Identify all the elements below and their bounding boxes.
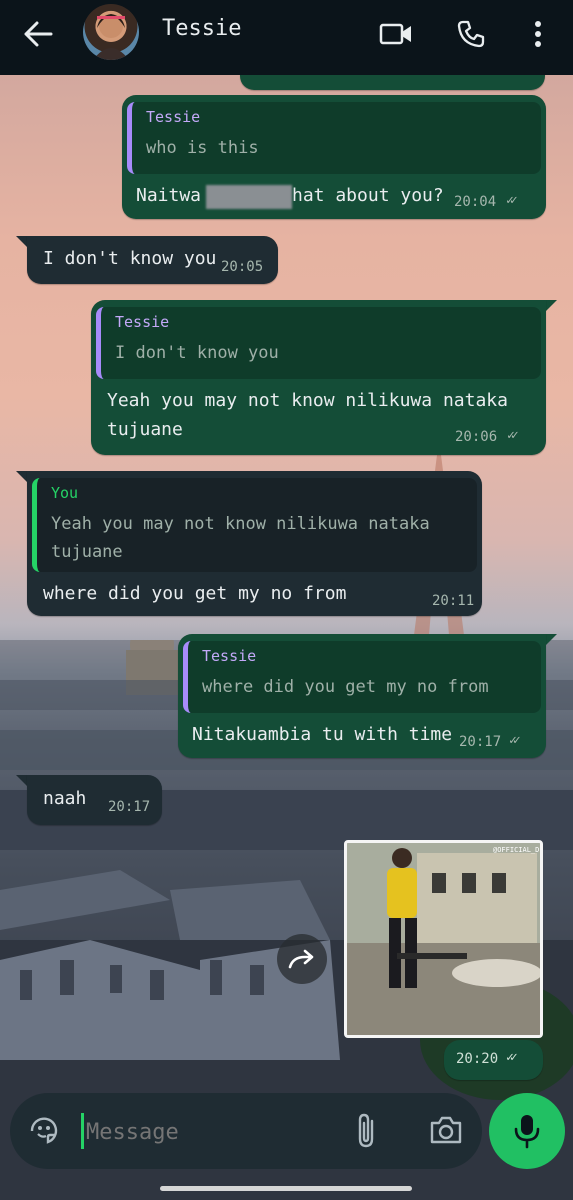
forward-button[interactable] bbox=[277, 934, 327, 984]
camera-icon[interactable] bbox=[428, 1113, 464, 1147]
message-text-start: Naitwa bbox=[136, 185, 202, 206]
quote-text: where did you get my no from bbox=[202, 677, 489, 697]
reply-quote[interactable]: Tessie I don't know you bbox=[96, 307, 541, 379]
message-time: 20:11 bbox=[432, 593, 475, 609]
message-text: where did you get my no from bbox=[43, 583, 347, 604]
message-time: 20:05 bbox=[221, 259, 264, 275]
message-bubble-incoming[interactable]: naah 20:17 bbox=[27, 775, 162, 825]
sticker-icon[interactable] bbox=[28, 1115, 60, 1147]
message-text: Nitakuambia tu with time bbox=[192, 724, 453, 745]
quote-text: I don't know you bbox=[115, 343, 279, 363]
video-call-icon[interactable] bbox=[376, 14, 416, 54]
quote-author: Tessie bbox=[146, 108, 201, 126]
double-check-icon: ✓✓ bbox=[507, 428, 518, 443]
avatar[interactable] bbox=[83, 4, 139, 60]
double-check-icon: ✓✓ bbox=[506, 193, 517, 208]
quote-text: who is this bbox=[146, 138, 259, 158]
system-home-indicator[interactable] bbox=[160, 1186, 412, 1191]
message-text: I don't know you bbox=[43, 248, 217, 269]
contact-name[interactable]: Tessie bbox=[162, 16, 241, 41]
message-bubble-incoming[interactable]: You Yeah you may not know nilikuwa natak… bbox=[27, 471, 482, 616]
redacted-text bbox=[206, 185, 292, 209]
reply-quote[interactable]: Tessie who is this bbox=[127, 102, 541, 174]
message-text-end: hat about you? bbox=[292, 185, 444, 206]
media-timestamp-pill: 20:20 ✓✓ bbox=[444, 1040, 543, 1080]
message-time: 20:17 bbox=[108, 799, 151, 815]
quote-author: You bbox=[51, 484, 79, 502]
back-arrow-icon[interactable] bbox=[18, 14, 58, 54]
quote-text-line2: tujuane bbox=[51, 542, 123, 562]
reply-quote[interactable]: You Yeah you may not know nilikuwa natak… bbox=[32, 478, 477, 572]
image-watermark: @OFFICIAL_DEZI bbox=[493, 846, 543, 854]
mic-icon bbox=[514, 1115, 540, 1149]
forward-icon bbox=[288, 949, 314, 969]
message-time: 20:17 bbox=[459, 734, 502, 750]
double-check-icon: ✓✓ bbox=[509, 733, 520, 748]
message-composer bbox=[10, 1093, 482, 1169]
message-time: 20:20 bbox=[456, 1051, 499, 1067]
double-check-icon: ✓✓ bbox=[506, 1050, 517, 1065]
message-text-line2: tujuane bbox=[107, 419, 183, 440]
phone-icon[interactable] bbox=[451, 14, 491, 54]
message-text: naah bbox=[43, 788, 87, 809]
quote-author: Tessie bbox=[202, 647, 257, 665]
attach-icon[interactable] bbox=[352, 1111, 382, 1151]
more-vert-icon[interactable] bbox=[520, 14, 556, 54]
message-bubble-incoming[interactable]: I don't know you 20:05 bbox=[27, 236, 278, 284]
message-bubble-outgoing[interactable]: Tessie I don't know you Yeah you may not… bbox=[91, 300, 546, 455]
message-bubble-outgoing[interactable]: Tessie who is this Naitwa hat about you?… bbox=[122, 95, 546, 219]
message-time: 20:04 bbox=[454, 194, 497, 210]
image-message[interactable]: @OFFICIAL_DEZI bbox=[344, 840, 543, 1038]
message-input[interactable] bbox=[84, 1111, 338, 1153]
quote-text-line1: Yeah you may not know nilikuwa nataka bbox=[51, 514, 430, 534]
message-text-line1: Yeah you may not know nilikuwa nataka bbox=[107, 390, 508, 411]
reply-quote[interactable]: Tessie where did you get my no from bbox=[183, 641, 541, 713]
quote-author: Tessie bbox=[115, 313, 170, 331]
message-time: 20:06 bbox=[455, 429, 498, 445]
chat-header: Tessie bbox=[0, 0, 573, 75]
voice-record-button[interactable] bbox=[489, 1093, 565, 1169]
message-bubble-outgoing[interactable]: Tessie where did you get my no from Nita… bbox=[178, 634, 546, 758]
